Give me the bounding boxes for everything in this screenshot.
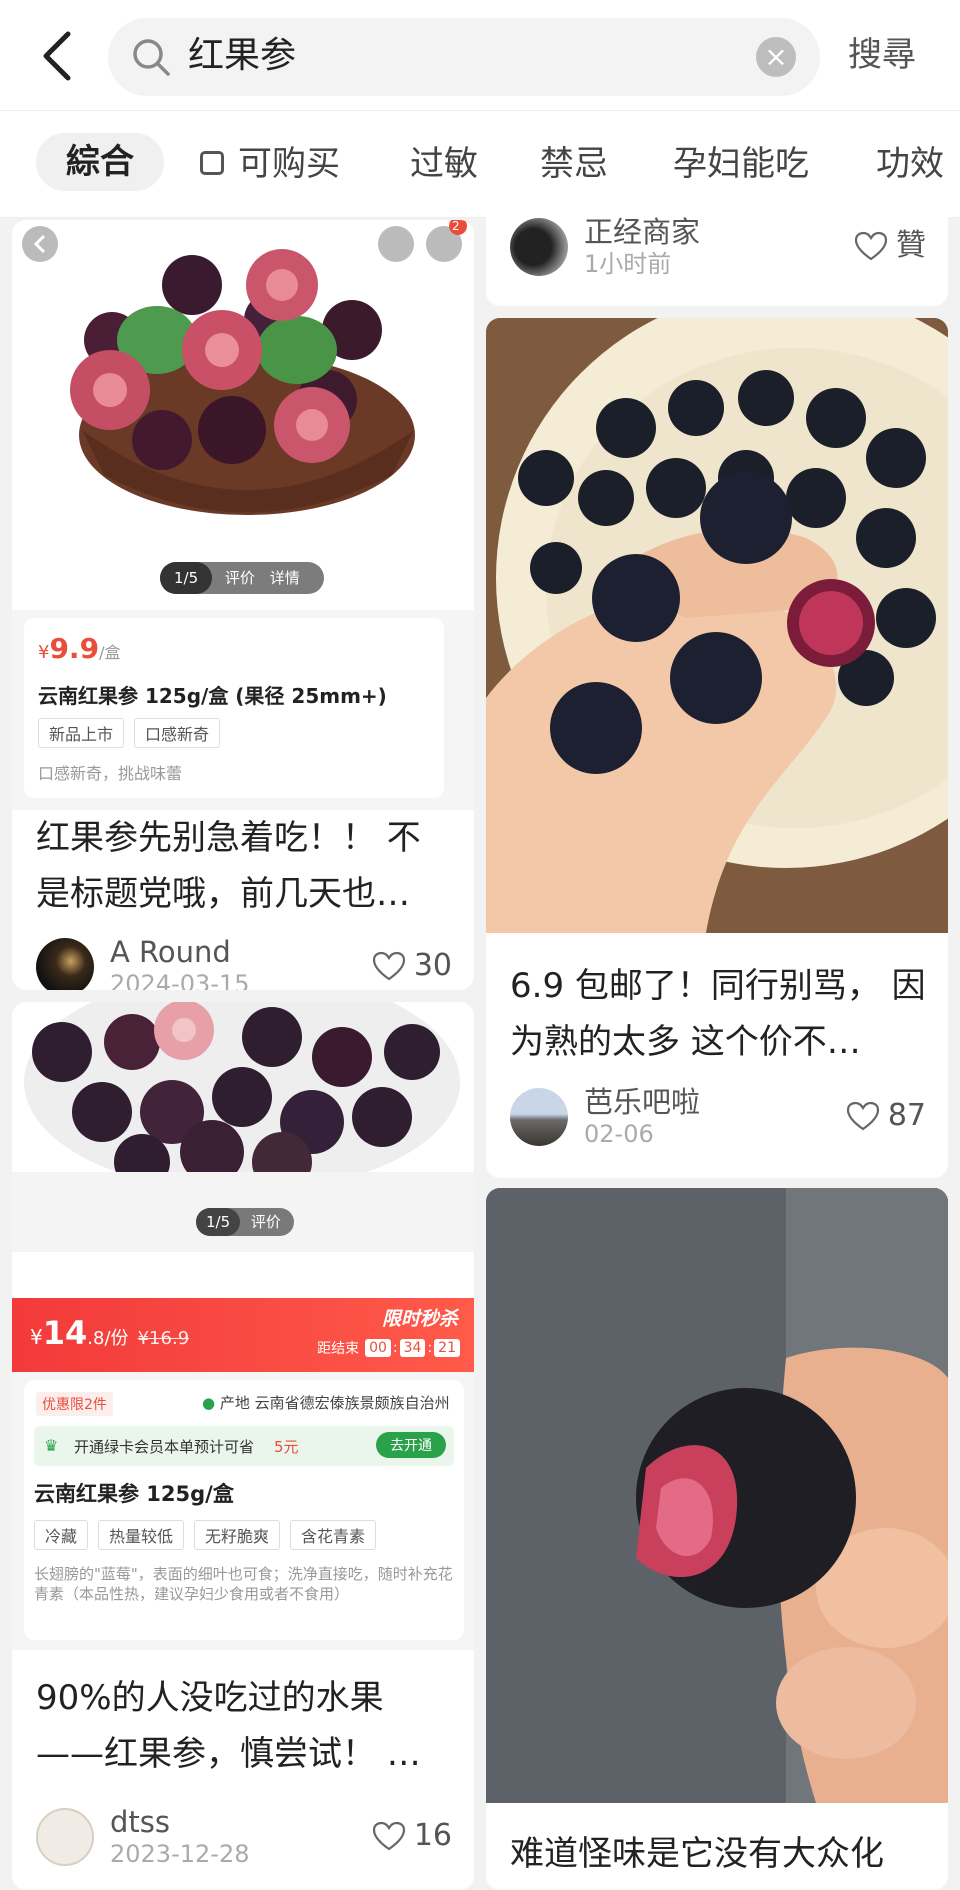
- post-title[interactable]: 90%的人没吃过的水果 ——红果参，慎尝试！ …: [36, 1670, 454, 1782]
- post-card[interactable]: 正经商家 1小时前 贊: [486, 206, 948, 306]
- product-panel[interactable]: ¥9.9/盒 云南红果参 125g/盒 (果径 25mm+) 新品上市 口感新奇 …: [24, 618, 444, 798]
- like-button[interactable]: 30: [372, 946, 452, 986]
- back-arrow-icon[interactable]: [38, 28, 82, 84]
- author-name[interactable]: A Round: [110, 934, 231, 970]
- image-indicator[interactable]: 1/5 评价: [196, 1208, 294, 1236]
- product-info-area: 优惠限2件 ● 产地 云南省德宏傣族景颇族自治州 ♛ 开通绿卡会员本单预计可省 …: [12, 1372, 474, 1650]
- heart-icon: [854, 231, 888, 261]
- like-count: 30: [413, 948, 452, 983]
- post-author-row: 芭乐吧啦 02-06 87: [510, 1085, 926, 1152]
- post-title[interactable]: 6.9 包邮了！同行别骂， 因为熟的太多 这个价不…: [510, 958, 928, 1070]
- avatar[interactable]: [510, 218, 568, 276]
- like-count: 16: [413, 1818, 452, 1853]
- post-card[interactable]: 1/5 评价 ¥14.8/份 ¥16.9 限时秒杀 距结束 00: 34: 21…: [12, 1002, 474, 1890]
- product-tag: 无籽脆爽: [194, 1520, 281, 1550]
- post-title[interactable]: 红果参先别急着吃！！ 不是标题党哦，前几天也…: [36, 810, 454, 922]
- search-header: 红果参 × 搜尋: [0, 0, 960, 110]
- product-panel[interactable]: 优惠限2件 ● 产地 云南省德宏傣族景颇族自治州 ♛ 开通绿卡会员本单预计可省 …: [24, 1380, 464, 1640]
- countdown: 距结束 00: 34: 21: [317, 1338, 460, 1358]
- indicator-review: 评价: [224, 569, 255, 587]
- member-amount: 5元: [274, 1438, 299, 1456]
- search-input[interactable]: 红果参: [188, 34, 296, 78]
- search-bar[interactable]: 红果参 ×: [108, 18, 820, 96]
- bag-icon: [200, 150, 224, 175]
- product-desc: 口感新奇，挑战味蕾: [38, 764, 183, 783]
- member-text: 开通绿卡会员本单预计可省: [74, 1438, 255, 1456]
- like-button[interactable]: 87: [846, 1096, 926, 1136]
- product-desc: 长翅膀的"蓝莓"，表面的细叶也可食；洗净直接吃，随时补充花青素（本品性热，建议孕…: [34, 1565, 453, 1603]
- like-button[interactable]: 贊: [854, 226, 926, 266]
- member-bar[interactable]: ♛ 开通绿卡会员本单预计可省 5元 去开通: [34, 1426, 454, 1466]
- tab-taboo[interactable]: 禁忌: [540, 139, 608, 189]
- product-tag: 热量较低: [98, 1520, 185, 1550]
- post-image[interactable]: [486, 318, 948, 933]
- search-results-page: 红果参 × 搜尋 綜合 可购买 过敏 禁忌 孕妇能吃 功效 2 1/5 评价 详…: [0, 0, 960, 1890]
- flash-sale-banner[interactable]: ¥14.8/份 ¥16.9 限时秒杀 距结束 00: 34: 21: [12, 1298, 474, 1372]
- post-author-row: A Round 2024-03-15 30: [36, 935, 452, 990]
- filter-tabs: 綜合 可购买 过敏 禁忌 孕妇能吃 功效: [0, 110, 960, 218]
- product-tag: 新品上市: [38, 718, 125, 748]
- like-button[interactable]: 16: [372, 1816, 452, 1856]
- post-card[interactable]: 难道怪味是它没有大众化: [486, 1188, 948, 1890]
- author-name[interactable]: 正经商家: [584, 214, 700, 250]
- sale-price: ¥14.8/份 ¥16.9: [30, 1314, 190, 1352]
- product-tag: 口感新奇: [134, 718, 221, 748]
- tab-efficacy[interactable]: 功效: [876, 139, 944, 189]
- image-counter: 1/5: [160, 562, 213, 594]
- cart-badge: 2: [452, 220, 460, 233]
- post-title[interactable]: 难道怪味是它没有大众化: [510, 1826, 928, 1882]
- avatar[interactable]: [36, 938, 94, 990]
- product-name: 云南红果参 125g/盒 (果径 25mm+): [38, 684, 387, 708]
- like-count: 87: [887, 1098, 926, 1133]
- post-author-row: 正经商家 1小时前 贊: [510, 215, 926, 282]
- post-card[interactable]: 2 1/5 评价 详情 ¥9.9/盒 云南红果参 125g/盒 (果径 25mm…: [12, 220, 474, 990]
- post-image[interactable]: 1/5 评价: [12, 1002, 474, 1252]
- location-icon: ●: [202, 1394, 216, 1412]
- avatar[interactable]: [510, 1088, 568, 1146]
- search-icon: [133, 39, 170, 76]
- tab-purchasable-label: 可购买: [238, 144, 340, 184]
- tab-pregnant[interactable]: 孕妇能吃: [673, 139, 809, 189]
- member-icon: ♛: [44, 1436, 59, 1455]
- author-name[interactable]: 芭乐吧啦: [584, 1084, 700, 1120]
- product-tag: 含花青素: [290, 1520, 377, 1550]
- origin-info: ● 产地 云南省德宏傣族景颇族自治州: [202, 1394, 450, 1412]
- indicator-review: 评价: [250, 1213, 281, 1231]
- tab-purchasable[interactable]: 可购买: [200, 139, 340, 189]
- post-date: 1小时前: [584, 250, 672, 278]
- post-date: 02-06: [584, 1120, 654, 1148]
- tab-allergy[interactable]: 过敏: [410, 139, 478, 189]
- product-name: 云南红果参 125g/盒: [34, 1482, 234, 1506]
- post-date: 2023-12-28: [110, 1840, 250, 1868]
- search-submit-button[interactable]: 搜尋: [848, 30, 916, 80]
- post-image[interactable]: [486, 1188, 948, 1803]
- tab-comprehensive[interactable]: 綜合: [36, 133, 164, 191]
- product-tags: 新品上市 口感新奇: [38, 718, 230, 748]
- heart-icon: [372, 951, 405, 981]
- post-card[interactable]: 6.9 包邮了！同行别骂， 因为熟的太多 这个价不… 芭乐吧啦 02-06 87: [486, 318, 948, 1178]
- image-indicator[interactable]: 1/5 评价 详情: [160, 562, 324, 594]
- like-count: 贊: [896, 228, 926, 263]
- member-open-button[interactable]: 去开通: [376, 1432, 446, 1458]
- product-info-area: ¥9.9/盒 云南红果参 125g/盒 (果径 25mm+) 新品上市 口感新奇 …: [12, 610, 474, 810]
- post-date: 2024-03-15: [110, 970, 250, 990]
- post-author-row: dtss 2023-12-28 16: [36, 1805, 452, 1872]
- post-image[interactable]: 2 1/5 评价 详情: [12, 220, 474, 610]
- flash-sale-label: 限时秒杀: [381, 1308, 458, 1330]
- product-tag: 冷藏: [34, 1520, 89, 1550]
- heart-icon: [372, 1821, 405, 1851]
- clear-icon[interactable]: ×: [756, 37, 796, 77]
- product-tags: 冷藏 热量较低 无籽脆爽 含花青素: [34, 1520, 386, 1550]
- avatar[interactable]: [36, 1808, 94, 1866]
- heart-icon: [846, 1101, 879, 1131]
- author-name[interactable]: dtss: [110, 1804, 170, 1840]
- product-price: ¥9.9/盒: [38, 632, 121, 665]
- image-counter: 1/5: [196, 1208, 241, 1236]
- promo-badge: 优惠限2件: [36, 1392, 113, 1416]
- indicator-detail: 详情: [269, 569, 300, 587]
